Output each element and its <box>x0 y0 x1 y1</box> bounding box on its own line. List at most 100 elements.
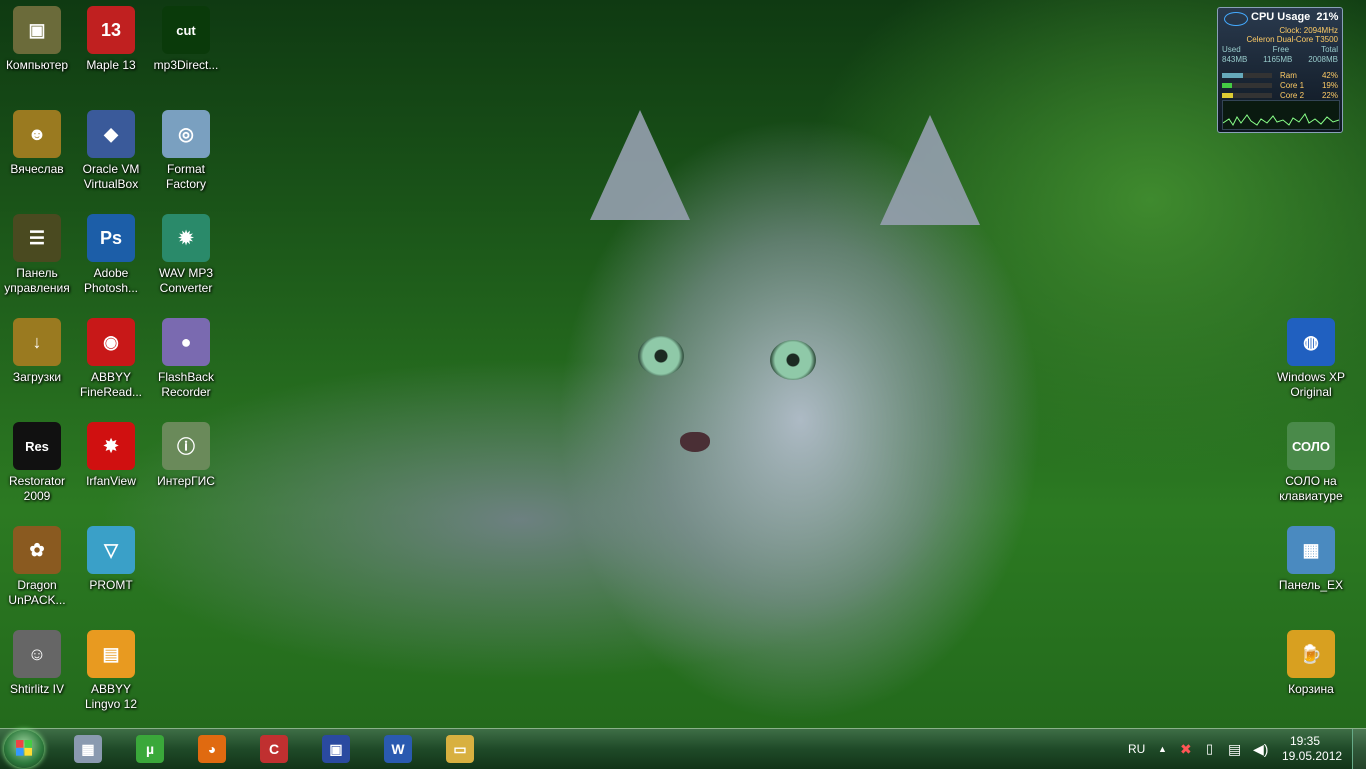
desktop-icon[interactable]: ▣ Компьютер <box>1 6 73 73</box>
downloads-icon: ↓ <box>13 318 61 366</box>
desktop-icon[interactable]: 13 Maple 13 <box>75 6 147 73</box>
desktop-icon-label: Вячеслав <box>10 162 64 176</box>
cat-ear-right <box>880 115 980 225</box>
show-desktop-button[interactable] <box>1352 729 1366 769</box>
desktop-icon[interactable]: ✿ Dragon UnPACK... <box>1 526 73 608</box>
maple-icon: 13 <box>87 6 135 54</box>
explorer-folder-icon: ▭ <box>446 735 474 763</box>
gadget-meter-label: Core 2 <box>1280 91 1305 100</box>
desktop-icon[interactable]: ⓘ ИнтерГИС <box>150 422 222 489</box>
gadget-meter-bar <box>1222 93 1272 98</box>
gadget-meter-value: 42% <box>1321 71 1338 80</box>
desktop-icon[interactable]: ▽ PROMT <box>75 526 147 593</box>
taskbar-pinned-button[interactable]: W <box>374 733 422 765</box>
gadget-header-used: Used <box>1222 45 1241 54</box>
gadget-meter-label: Ram <box>1280 71 1297 80</box>
windows-start-icon <box>16 740 32 756</box>
gadget-clock: Clock: 2094MHz <box>1279 26 1338 35</box>
taskbar-pinned-button[interactable]: µ <box>126 733 174 765</box>
show-hidden-icons-chevron-icon[interactable]: ▲ <box>1158 729 1167 769</box>
globe-icon: ◍ <box>1287 318 1335 366</box>
cat-eye-left <box>638 336 684 376</box>
network-tray-icon[interactable]: ▤ <box>1228 729 1241 769</box>
desktop-icon-label: Restorator 2009 <box>8 474 66 503</box>
computer-icon: ▣ <box>13 6 61 54</box>
desktop-icon-label: FlashBack Recorder <box>157 370 215 399</box>
wav-mp3-converter-icon: ✹ <box>162 214 210 262</box>
gadget-header-free: Free <box>1272 45 1290 54</box>
gadget-cpu-name: Celeron Dual-Core T3500 <box>1246 35 1338 44</box>
desktop-icon-label: Format Factory <box>165 162 206 191</box>
taskbar-pinned-button[interactable]: ▣ <box>312 733 360 765</box>
restorator-icon: Res <box>13 422 61 470</box>
desktop-icon[interactable]: ☺ Shtirlitz IV <box>1 630 73 697</box>
desktop-icon-label: IrfanView <box>86 474 136 488</box>
word-icon: W <box>384 735 412 763</box>
desktop-icon[interactable]: ▦ Панель_EX <box>1275 526 1347 593</box>
control-panel-icon: ☰ <box>13 214 61 262</box>
gadget-meter-fill <box>1222 73 1243 78</box>
gadget-value-free: 1165MB <box>1263 55 1293 64</box>
taskbar-pinned-button[interactable]: ▭ <box>436 733 484 765</box>
finereader-icon: ◉ <box>87 318 135 366</box>
taskbar-pinned-button[interactable]: ◕ <box>188 733 236 765</box>
desktop-icon[interactable]: cut mp3Direct... <box>150 6 222 73</box>
desktop-icon[interactable]: ☻ Вячеслав <box>1 110 73 177</box>
antivirus-tray-icon[interactable]: ✖ <box>1180 729 1192 769</box>
desktop-icon[interactable]: ◎ Format Factory <box>150 110 222 192</box>
desktop-icon-label: Adobe Photosh... <box>83 266 139 295</box>
desktop-icon[interactable]: ☰ Панель управления <box>1 214 73 296</box>
desktop-icon[interactable]: ◍ Windows XP Original <box>1275 318 1347 400</box>
gadget-header-total: Total <box>1321 45 1338 54</box>
desktop-icon-label: ABBYY FineRead... <box>79 370 143 399</box>
desktop-icon-label: Shtirlitz IV <box>9 682 64 696</box>
desktop-icon[interactable]: ◉ ABBYY FineRead... <box>75 318 147 400</box>
desktop-icon[interactable]: СОЛО СОЛО на клавиатуре <box>1275 422 1347 504</box>
taskbar-pinned-button[interactable]: C <box>250 733 298 765</box>
desktop: ▣ Компьютер ☻ Вячеслав ☰ Панель управления ↓ За… <box>0 0 1366 728</box>
taskbar: ▦ µ ◕ C ▣ W ▭ RU ▲ ✖ ▯ ▤ ◀) 19:35 19.05.2012 <box>0 728 1366 769</box>
promt-icon: ▽ <box>87 526 135 574</box>
desktop-icon[interactable]: ▤ ABBYY Lingvo 12 <box>75 630 147 712</box>
clock[interactable]: 19:35 19.05.2012 <box>1282 734 1342 764</box>
taskbar-pinned-button[interactable]: ▦ <box>64 733 112 765</box>
ccleaner-icon: C <box>260 735 288 763</box>
desktop-icon-label: Dragon UnPACK... <box>8 578 66 607</box>
desktop-icon[interactable]: 🍺 Корзина <box>1275 630 1347 697</box>
gadget-values: 843MB 1165MB 2008MB <box>1222 55 1338 64</box>
solo-icon: СОЛО <box>1287 422 1335 470</box>
cpu-usage-gadget[interactable]: CPU Usage 21% Clock: 2094MHz Celeron Dua… <box>1217 7 1343 133</box>
gadget-meter-value: 19% <box>1321 81 1338 90</box>
volume-icon[interactable]: ◀) <box>1253 729 1268 769</box>
flashback-recorder-icon: ● <box>162 318 210 366</box>
desktop-icon-label: Загрузки <box>12 370 62 384</box>
shtirlitz-icon: ☺ <box>13 630 61 678</box>
photoshop-icon: Ps <box>87 214 135 262</box>
desktop-icon[interactable]: ◆ Oracle VM VirtualBox <box>75 110 147 192</box>
desktop-icon[interactable]: Ps Adobe Photosh... <box>75 214 147 296</box>
gadget-percent: 21% <box>1316 11 1339 23</box>
language-indicator[interactable]: RU <box>1128 729 1145 769</box>
irfanview-icon: ✸ <box>87 422 135 470</box>
cpu-history-line <box>1222 113 1340 126</box>
desktop-icon-label: Панель_EX <box>1278 578 1344 592</box>
cat-eye-right <box>770 340 816 380</box>
desktop-icon[interactable]: Res Restorator 2009 <box>1 422 73 504</box>
desktop-icon-label: Windows XP Original <box>1276 370 1346 399</box>
gadget-meter-fill <box>1222 93 1233 98</box>
format-factory-icon: ◎ <box>162 110 210 158</box>
recycle-bin-icon: 🍺 <box>1287 630 1335 678</box>
firefox-icon: ◕ <box>198 735 226 763</box>
panel-ex-icon: ▦ <box>1287 526 1335 574</box>
calculator-icon: ▦ <box>74 735 102 763</box>
desktop-icon[interactable]: ● FlashBack Recorder <box>150 318 222 400</box>
desktop-icon[interactable]: ↓ Загрузки <box>1 318 73 385</box>
gadget-meter-fill <box>1222 83 1232 88</box>
device-tray-icon[interactable]: ▯ <box>1206 729 1213 769</box>
gadget-value-used: 843MB <box>1222 55 1248 64</box>
start-button[interactable] <box>4 730 44 768</box>
desktop-icon[interactable]: ✹ WAV MP3 Converter <box>150 214 222 296</box>
gadget-headers: Used Free Total <box>1222 45 1338 54</box>
gadget-meter-value: 22% <box>1321 91 1338 100</box>
desktop-icon[interactable]: ✸ IrfanView <box>75 422 147 489</box>
